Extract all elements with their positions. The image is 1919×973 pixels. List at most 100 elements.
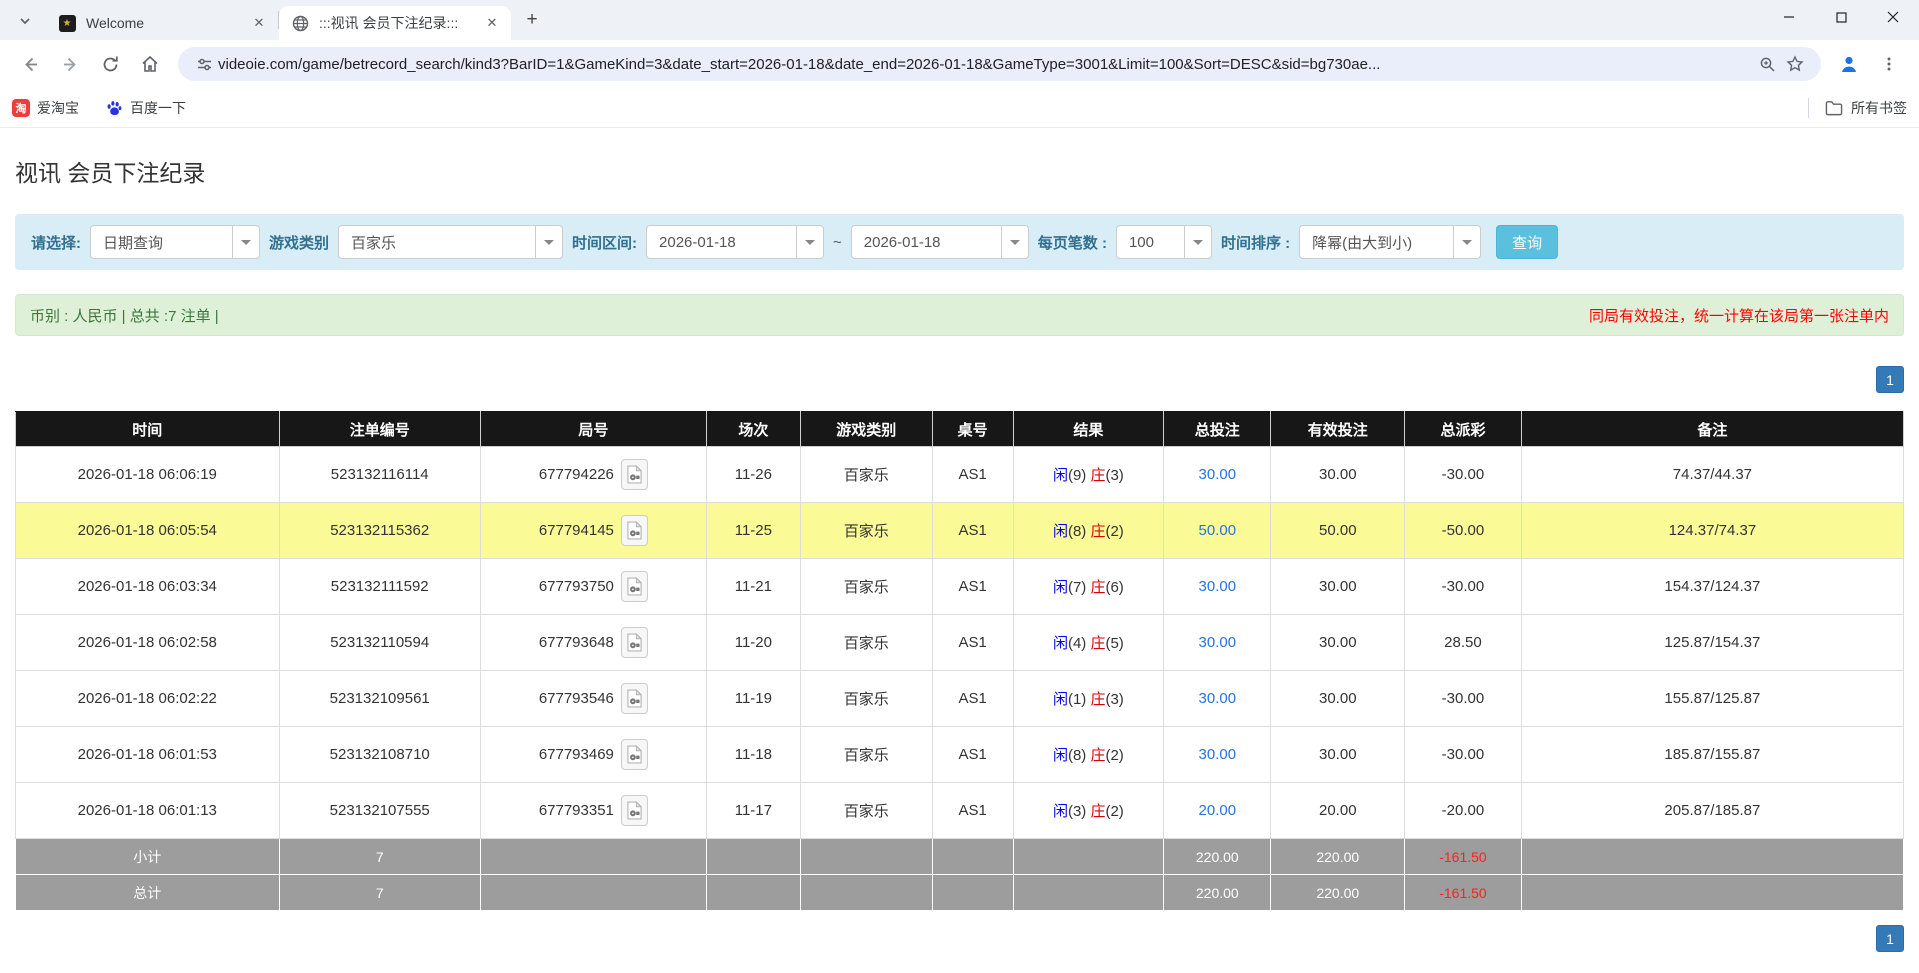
- per-page-label: 每页笔数 :: [1038, 232, 1107, 253]
- cell-note: 74.37/44.37: [1521, 447, 1903, 503]
- result-banker: 庄: [1090, 747, 1105, 764]
- bookmark-star-icon[interactable]: [1781, 50, 1809, 78]
- minimize-button[interactable]: [1763, 0, 1815, 34]
- forward-button[interactable]: [53, 47, 87, 81]
- close-tab-icon[interactable]: ✕: [483, 14, 501, 32]
- bookmark-taobao[interactable]: 淘 爱淘宝: [12, 98, 79, 118]
- cell-valid-bet: 30.00: [1271, 671, 1405, 727]
- round-id-text: 677793750: [539, 578, 614, 595]
- globe-icon: [291, 14, 309, 32]
- cell-payout: -30.00: [1405, 559, 1522, 615]
- cell-round-id: 677793546: [480, 671, 706, 727]
- cell-valid-bet: 30.00: [1271, 559, 1405, 615]
- menu-dots-icon[interactable]: [1872, 47, 1906, 81]
- video-replay-icon[interactable]: [621, 683, 648, 714]
- profile-avatar[interactable]: [1832, 47, 1866, 81]
- cell-note: 205.87/185.87: [1521, 783, 1903, 839]
- query-button[interactable]: 查询: [1496, 225, 1558, 259]
- total-bet-link[interactable]: 50.00: [1199, 522, 1237, 539]
- date-end-select[interactable]: 2026-01-18: [851, 225, 1029, 259]
- result-player-count: (3): [1068, 803, 1091, 820]
- header-session: 场次: [706, 412, 800, 447]
- header-total-bet: 总投注: [1164, 412, 1271, 447]
- chevron-down-icon[interactable]: [1001, 226, 1028, 258]
- bookmark-label: 爱淘宝: [37, 98, 79, 118]
- close-window-button[interactable]: [1867, 0, 1919, 34]
- bookmark-baidu[interactable]: 百度一下: [105, 98, 186, 118]
- address-bar[interactable]: videoie.com/game/betrecord_search/kind3?…: [178, 47, 1821, 81]
- chevron-down-icon[interactable]: [232, 226, 259, 258]
- table-header: 时间 注单编号 局号 场次 游戏类别 桌号 结果 总投注 有效投注 总派彩 备注: [16, 412, 1904, 447]
- game-kind-label: 游戏类别: [269, 232, 329, 253]
- video-replay-icon[interactable]: [621, 459, 648, 490]
- video-replay-icon[interactable]: [621, 795, 648, 826]
- maximize-button[interactable]: [1815, 0, 1867, 34]
- pagination-bottom: 1: [15, 925, 1904, 952]
- cell-session: 11-25: [706, 503, 800, 559]
- home-button[interactable]: [133, 47, 167, 81]
- tab-welcome[interactable]: ★ Welcome ✕: [46, 6, 278, 40]
- game-kind-select[interactable]: 百家乐: [338, 225, 563, 259]
- chevron-down-icon[interactable]: [535, 226, 562, 258]
- chevron-down-icon[interactable]: [1184, 226, 1211, 258]
- video-replay-icon[interactable]: [621, 739, 648, 770]
- total-bet-link[interactable]: 30.00: [1199, 466, 1237, 483]
- cell-result: 闲(3) 庄(2): [1013, 783, 1164, 839]
- result-player-count: (1): [1068, 691, 1091, 708]
- cell-note: 125.87/154.37: [1521, 615, 1903, 671]
- close-tab-icon[interactable]: ✕: [250, 14, 268, 32]
- cell-note: 124.37/74.37: [1521, 503, 1903, 559]
- browser-tab-strip: ★ Welcome ✕ :::视讯 会员下注纪录::: ✕ +: [0, 0, 1919, 40]
- total-bet-link[interactable]: 30.00: [1199, 634, 1237, 651]
- mode-select[interactable]: 日期查询: [90, 225, 260, 259]
- cell-total-bet: 30.00: [1164, 559, 1271, 615]
- result-banker: 庄: [1090, 635, 1105, 652]
- cell-bet-id: 523132107555: [279, 783, 480, 839]
- page-1-button[interactable]: 1: [1876, 366, 1904, 393]
- video-replay-icon[interactable]: [621, 515, 648, 546]
- result-player: 闲: [1053, 803, 1068, 820]
- subtotal-payout: -161.50: [1405, 839, 1522, 875]
- page-1-button[interactable]: 1: [1876, 925, 1904, 952]
- tab-search-button[interactable]: [10, 6, 40, 36]
- cell-payout: -30.00: [1405, 727, 1522, 783]
- chevron-down-icon[interactable]: [796, 226, 823, 258]
- cell-table-no: AS1: [932, 727, 1013, 783]
- result-player-count: (9): [1068, 467, 1091, 484]
- back-button[interactable]: [13, 47, 47, 81]
- total-bet-link[interactable]: 30.00: [1199, 578, 1237, 595]
- sort-select[interactable]: 降幂(由大到小): [1299, 225, 1481, 259]
- window-controls: [1763, 0, 1919, 34]
- zoom-icon[interactable]: [1753, 50, 1781, 78]
- cell-note: 154.37/124.37: [1521, 559, 1903, 615]
- video-replay-icon[interactable]: [621, 571, 648, 602]
- result-banker-count: (2): [1105, 747, 1123, 764]
- total-bet-link[interactable]: 20.00: [1199, 802, 1237, 819]
- date-start-value: 2026-01-18: [647, 226, 796, 258]
- all-bookmarks[interactable]: 所有书签: [1808, 98, 1907, 118]
- valid-bet-notice: 同局有效投注，统一计算在该局第一张注单内: [1589, 305, 1889, 326]
- new-tab-button[interactable]: +: [519, 7, 545, 33]
- per-page-select[interactable]: 100: [1116, 225, 1212, 259]
- reload-button[interactable]: [93, 47, 127, 81]
- url-text[interactable]: videoie.com/game/betrecord_search/kind3?…: [218, 56, 1753, 73]
- cell-valid-bet: 20.00: [1271, 783, 1405, 839]
- site-settings-icon[interactable]: [190, 50, 218, 78]
- total-bet-link[interactable]: 30.00: [1199, 690, 1237, 707]
- video-replay-icon[interactable]: [621, 627, 648, 658]
- chevron-down-icon[interactable]: [1453, 226, 1480, 258]
- date-start-select[interactable]: 2026-01-18: [646, 225, 824, 259]
- result-banker: 庄: [1090, 467, 1105, 484]
- result-banker-count: (3): [1105, 467, 1123, 484]
- result-player-count: (4): [1068, 635, 1091, 652]
- per-page-value: 100: [1117, 226, 1184, 258]
- tab-bet-record[interactable]: :::视讯 会员下注纪录::: ✕: [279, 6, 511, 40]
- bookmark-label: 百度一下: [130, 98, 186, 118]
- total-bet-link[interactable]: 30.00: [1199, 746, 1237, 763]
- cell-game: 百家乐: [800, 503, 932, 559]
- cell-game: 百家乐: [800, 783, 932, 839]
- browser-toolbar: videoie.com/game/betrecord_search/kind3?…: [0, 40, 1919, 88]
- cell-total-bet: 20.00: [1164, 783, 1271, 839]
- result-banker: 庄: [1090, 691, 1105, 708]
- cell-table-no: AS1: [932, 559, 1013, 615]
